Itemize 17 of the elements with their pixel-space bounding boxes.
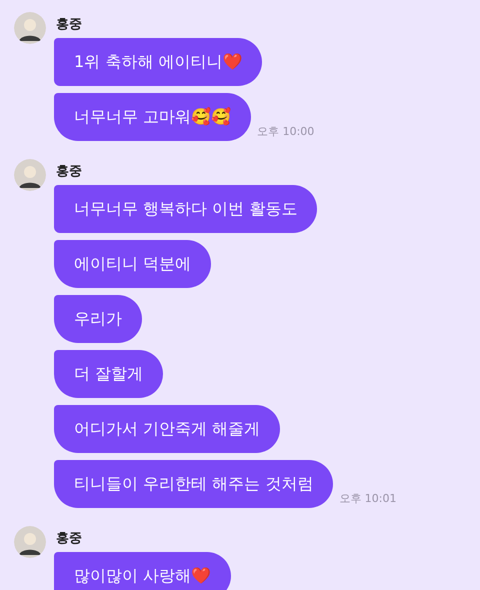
message-bubble: 더 잘할게: [54, 350, 164, 398]
sender-name: 홍중: [56, 530, 83, 547]
message-bubble: 너무너무 고마워🥰🥰: [54, 93, 252, 141]
message-bubble: 1위 축하해 에이티니❤: [54, 38, 262, 86]
message-bubble: 에이티니 덕분에: [54, 240, 212, 288]
message-bubble: 너무너무 행복하다 이번 활동도: [54, 185, 318, 233]
sender-name: 홍중: [56, 16, 83, 33]
timestamp: 오후 10:01: [339, 491, 396, 506]
avatar-icon[interactable]: [14, 159, 46, 191]
timestamp: 오후 10:00: [257, 124, 314, 139]
sender-name: 홍중: [56, 163, 83, 180]
message-bubble: 우리가: [54, 295, 142, 343]
avatar-icon[interactable]: [14, 526, 46, 558]
message-bubble: 많이많이 사랑해❤: [54, 552, 232, 590]
avatar-icon[interactable]: [14, 12, 46, 44]
message-bubble: 어디가서 기안죽게 해줄게: [54, 405, 280, 453]
message-bubble: 티니들이 우리한테 해주는 것처럼: [54, 460, 334, 508]
